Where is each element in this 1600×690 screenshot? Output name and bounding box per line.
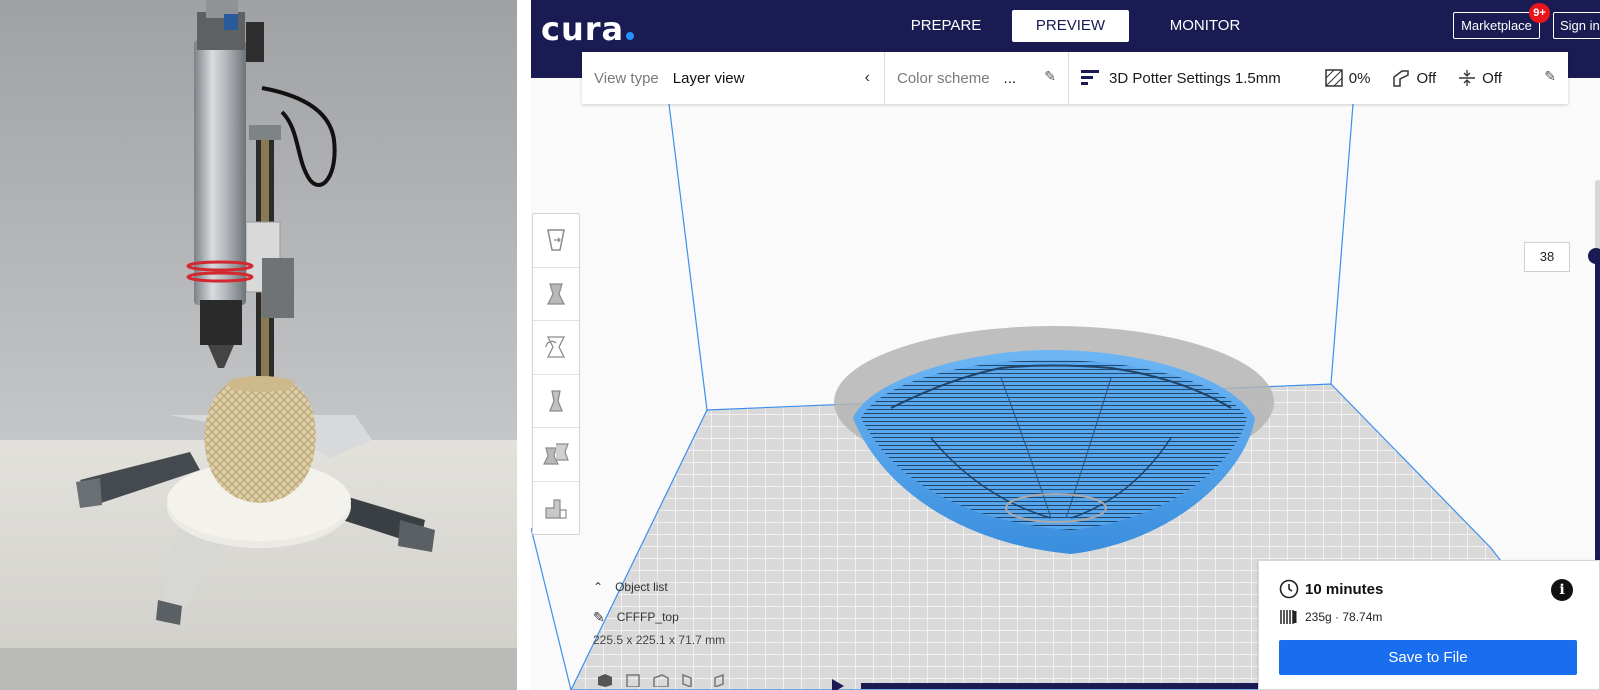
profile-icon (1081, 70, 1099, 85)
object-list-toggle[interactable]: ⌃ Object list (593, 577, 793, 597)
object-list-item[interactable]: ✎ CFFFP_top (593, 607, 793, 627)
top-view-icon[interactable] (653, 673, 669, 687)
scale-icon (546, 283, 566, 305)
info-icon[interactable]: i (1551, 579, 1573, 601)
object-list-panel: ⌃ Object list ✎ CFFFP_top 225.5 x 225.1 … (593, 577, 793, 647)
mirror-tool-button[interactable] (533, 375, 579, 428)
sign-in-button[interactable]: Sign in (1553, 12, 1600, 39)
view-type-selector[interactable]: View type Layer view ‹ (582, 52, 885, 104)
layer-number-field[interactable]: 38 (1524, 242, 1570, 272)
logo-dot (626, 32, 635, 40)
layer-slider-handle[interactable] (1588, 248, 1600, 264)
support-value: Off (1416, 69, 1437, 87)
rotate-icon (545, 336, 566, 358)
object-list-label: Object list (615, 580, 668, 594)
print-info-panel: 10 minutes i 235g · 78.74m Save to File (1258, 560, 1600, 690)
path-slider-track[interactable] (861, 683, 1261, 689)
clock-icon (1279, 579, 1299, 599)
clay-printer-image (0, 0, 517, 690)
per-model-settings-icon (543, 443, 569, 465)
print-settings-selector[interactable]: 3D Potter Settings 1.5mm 0% Off Off ✎ (1069, 52, 1568, 104)
print-time: 10 minutes (1305, 580, 1384, 598)
infill-setting[interactable]: 0% (1325, 69, 1371, 87)
infill-icon (1325, 69, 1343, 87)
logo-text: cura (541, 10, 625, 48)
front-view-icon[interactable] (625, 673, 641, 687)
move-icon (547, 229, 565, 251)
object-name: CFFFP_top (616, 610, 679, 624)
right-view-icon[interactable] (709, 673, 725, 687)
tab-prepare[interactable]: PREPARE (891, 10, 1001, 42)
support-blocker-icon (545, 499, 567, 519)
printer-profile-name: 3D Potter Settings 1.5mm (1109, 69, 1281, 87)
support-setting[interactable]: Off (1392, 69, 1436, 87)
left-view-icon[interactable] (681, 673, 697, 687)
color-scheme-selector[interactable]: Color scheme ... ✎ (885, 52, 1069, 104)
marketplace-button[interactable]: Marketplace (1453, 12, 1540, 39)
tab-monitor[interactable]: MONITOR (1151, 10, 1259, 42)
view-type-value: Layer view (672, 69, 745, 87)
settings-bar: View type Layer view ‹ Color scheme ... … (582, 52, 1568, 104)
screenshot-root: cura PREPARE PREVIEW MONITOR Marketplace… (0, 0, 1600, 690)
cura-logo: cura (541, 10, 635, 48)
object-dimensions: 225.5 x 225.1 x 71.7 mm (593, 633, 726, 647)
color-scheme-value: ... (1003, 69, 1017, 87)
rotate-tool-button[interactable] (533, 321, 579, 375)
spool-icon (1280, 610, 1297, 624)
material-usage-row: 235g · 78.74m (1279, 609, 1382, 625)
move-tool-button[interactable] (533, 214, 579, 268)
tab-preview[interactable]: PREVIEW (1012, 10, 1129, 42)
color-scheme-label: Color scheme (897, 69, 990, 87)
3d-view-icon[interactable] (597, 673, 613, 687)
support-blocker-button[interactable] (533, 482, 579, 536)
pencil-icon: ✎ (1544, 68, 1556, 84)
material-usage: 235g · 78.74m (1305, 610, 1383, 624)
print-time-row: 10 minutes (1279, 579, 1383, 599)
pencil-icon: ✎ (593, 608, 605, 625)
per-model-settings-button[interactable] (533, 428, 579, 482)
infill-value: 0% (1348, 69, 1371, 87)
camera-view-buttons (597, 673, 725, 687)
mirror-icon (549, 390, 563, 412)
chevron-left-icon: ‹ (864, 69, 870, 86)
printer-photo (0, 0, 517, 690)
adhesion-setting[interactable]: Off (1458, 69, 1502, 87)
support-icon (1393, 70, 1410, 87)
chevron-up-icon: ⌃ (593, 580, 604, 594)
adhesion-icon (1459, 70, 1476, 86)
play-icon[interactable] (832, 679, 844, 690)
tool-panel (532, 213, 580, 535)
save-to-file-button[interactable]: Save to File (1279, 640, 1577, 675)
cura-window: cura PREPARE PREVIEW MONITOR Marketplace… (531, 0, 1600, 690)
view-type-label: View type (594, 69, 659, 87)
pencil-icon: ✎ (1044, 68, 1056, 84)
scale-tool-button[interactable] (533, 268, 579, 321)
marketplace-badge: 9+ (1529, 3, 1550, 23)
adhesion-value: Off (1482, 69, 1502, 87)
